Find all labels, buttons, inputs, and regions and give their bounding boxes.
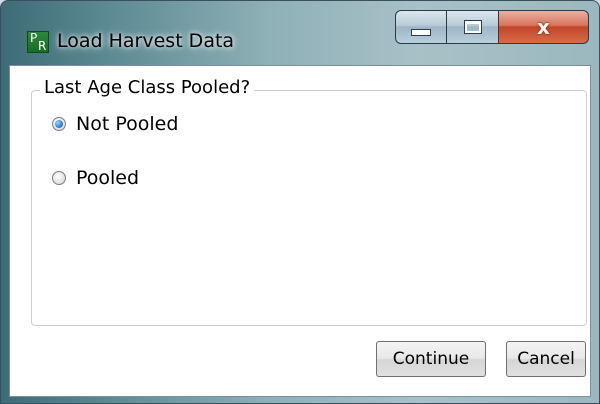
radio-pooled-label[interactable]: Pooled (76, 167, 139, 189)
radio-pooled[interactable]: Pooled (52, 167, 139, 189)
title-bar[interactable]: P R Load Harvest Data x (1, 1, 599, 59)
app-icon[interactable]: P R (27, 31, 49, 53)
close-icon: x (537, 15, 550, 39)
maximize-icon (464, 21, 481, 33)
window-title: Load Harvest Data (57, 30, 235, 52)
radio-not-pooled[interactable]: Not Pooled (52, 113, 178, 135)
cancel-button[interactable]: Cancel (506, 341, 586, 377)
pooled-groupbox: Last Age Class Pooled? Not Pooled Pooled (31, 77, 587, 326)
app-icon-letter-r: R (38, 39, 47, 53)
maximize-button[interactable] (447, 10, 499, 44)
minimize-icon (411, 28, 431, 36)
radio-pooled-indicator[interactable] (52, 171, 66, 185)
radio-not-pooled-label[interactable]: Not Pooled (76, 113, 178, 135)
caption-buttons: x (395, 10, 595, 46)
app-icon-letter-p: P (30, 31, 38, 45)
groupbox-legend: Last Age Class Pooled? (40, 77, 255, 98)
close-button[interactable]: x (499, 10, 589, 44)
dialog-window: P R Load Harvest Data x Last Age Class P… (0, 0, 600, 404)
dialog-content: Last Age Class Pooled? Not Pooled Pooled… (9, 65, 591, 397)
minimize-button[interactable] (395, 10, 447, 44)
radio-not-pooled-indicator[interactable] (52, 117, 66, 131)
continue-button[interactable]: Continue (376, 341, 486, 377)
